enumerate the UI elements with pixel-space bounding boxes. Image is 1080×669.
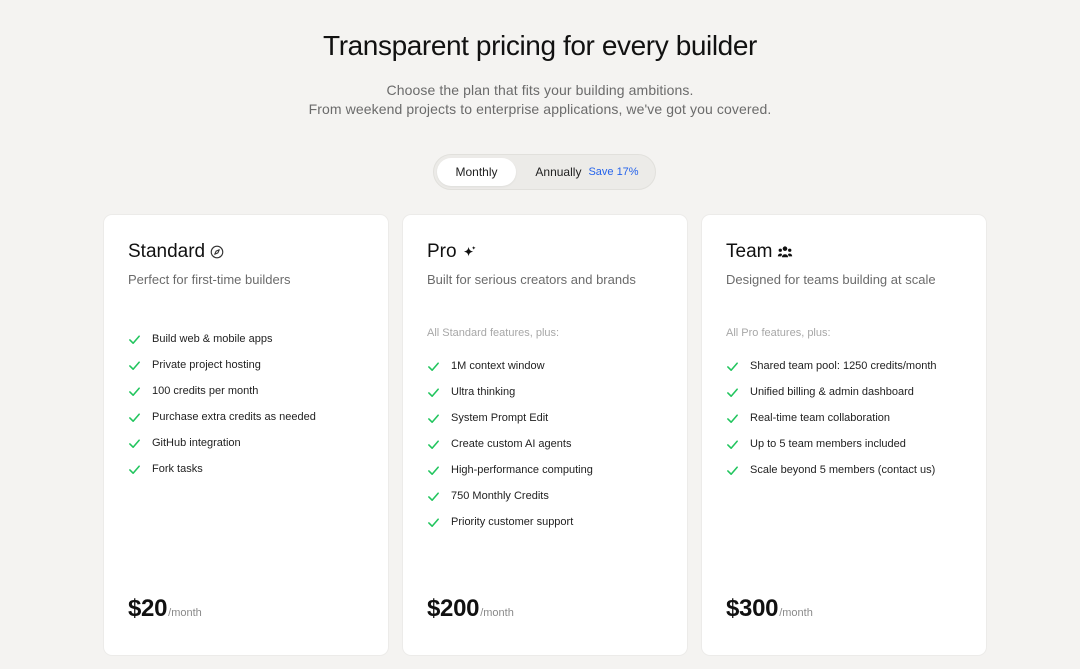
check-icon [727, 465, 738, 475]
check-icon [428, 413, 439, 423]
feature-list: Shared team pool: 1250 credits/month Uni… [726, 353, 937, 483]
plan-description: Perfect for first-time builders [128, 272, 291, 287]
feature-text: 100 credits per month [152, 385, 259, 397]
check-icon [428, 361, 439, 371]
plan-name: Pro [427, 241, 457, 262]
plan-card-standard[interactable]: Standard Perfect for first-time builders… [104, 215, 388, 655]
feature-item: High-performance computing [427, 457, 593, 483]
plan-description: Built for serious creators and brands [427, 272, 636, 287]
check-icon [727, 361, 738, 371]
feature-item: Private project hosting [128, 352, 316, 378]
features-intro: All Standard features, plus: [427, 327, 560, 339]
sparkle-icon [462, 245, 477, 260]
plan-title-standard: Standard [128, 241, 224, 263]
feature-text: Ultra thinking [451, 386, 516, 398]
feature-item: 1M context window [427, 353, 593, 379]
billing-monthly-label: Monthly [455, 165, 498, 179]
compass-icon [210, 245, 224, 259]
check-icon [129, 464, 140, 474]
plan-name: Team [726, 241, 773, 262]
billing-annually-label: Annually [535, 165, 582, 179]
feature-item: Scale beyond 5 members (contact us) [726, 457, 937, 483]
check-icon [428, 517, 439, 527]
check-icon [129, 386, 140, 396]
feature-item: Real-time team collaboration [726, 405, 937, 431]
check-icon [428, 387, 439, 397]
feature-item: Shared team pool: 1250 credits/month [726, 353, 937, 379]
feature-text: Fork tasks [152, 463, 203, 475]
feature-text: Priority customer support [451, 516, 574, 528]
feature-text: Shared team pool: 1250 credits/month [750, 360, 937, 372]
plan-title-pro: Pro [427, 241, 477, 263]
feature-text: Up to 5 team members included [750, 438, 906, 450]
check-icon [129, 412, 140, 422]
plan-card-pro[interactable]: Pro Built for serious creators and brand… [403, 215, 687, 655]
feature-item: Ultra thinking [427, 379, 593, 405]
check-icon [727, 439, 738, 449]
feature-item: 750 Monthly Credits [427, 483, 593, 509]
price-period: /month [779, 607, 813, 619]
feature-text: 750 Monthly Credits [451, 490, 549, 502]
feature-text: Create custom AI agents [451, 438, 572, 450]
feature-item: GitHub integration [128, 430, 316, 456]
check-icon [727, 387, 738, 397]
plan-name: Standard [128, 241, 206, 262]
check-icon [129, 334, 140, 344]
check-icon [727, 413, 738, 423]
page-subtitle-line1: Choose the plan that fits your building … [386, 82, 694, 98]
check-icon [428, 465, 439, 475]
feature-item: Build web & mobile apps [128, 326, 316, 352]
page-subtitle-line2: From weekend projects to enterprise appl… [308, 101, 772, 117]
feature-item: Up to 5 team members included [726, 431, 937, 457]
pricing-page: Transparent pricing for every builder Ch… [0, 0, 1080, 669]
feature-item: Purchase extra credits as needed [128, 404, 316, 430]
plan-card-team[interactable]: Team Designed for teams building at scal… [702, 215, 986, 655]
feature-item: Priority customer support [427, 509, 593, 535]
plan-price: $20 /month [128, 595, 202, 623]
billing-monthly-option[interactable]: Monthly [437, 158, 516, 186]
check-icon [428, 491, 439, 501]
feature-text: Purchase extra credits as needed [152, 411, 316, 423]
page-title: Transparent pricing for every builder [323, 30, 757, 61]
price-amount: $200 [427, 595, 480, 622]
plan-price: $200 /month [427, 595, 514, 623]
price-period: /month [480, 607, 514, 619]
check-icon [129, 438, 140, 448]
check-icon [129, 360, 140, 370]
feature-text: Build web & mobile apps [152, 333, 273, 345]
plan-price: $300 /month [726, 595, 813, 623]
plan-description: Designed for teams building at scale [726, 272, 936, 287]
price-amount: $300 [726, 595, 779, 622]
billing-annually-option[interactable]: Annually Save 17% [522, 158, 652, 186]
feature-text: System Prompt Edit [451, 412, 549, 424]
team-icon [777, 245, 793, 259]
save-badge: Save 17% [588, 166, 639, 178]
plan-title-team: Team [726, 241, 793, 263]
feature-list: Build web & mobile apps Private project … [128, 326, 316, 482]
feature-text: Real-time team collaboration [750, 412, 891, 424]
check-icon [428, 439, 439, 449]
feature-item: Unified billing & admin dashboard [726, 379, 937, 405]
feature-text: Unified billing & admin dashboard [750, 386, 914, 398]
feature-item: Create custom AI agents [427, 431, 593, 457]
feature-text: Scale beyond 5 members (contact us) [750, 464, 936, 476]
feature-item: 100 credits per month [128, 378, 316, 404]
feature-text: Private project hosting [152, 359, 261, 371]
billing-toggle: Monthly Annually Save 17% [433, 154, 656, 190]
feature-text: High-performance computing [451, 464, 593, 476]
feature-item: System Prompt Edit [427, 405, 593, 431]
feature-list: 1M context window Ultra thinking System … [427, 353, 593, 535]
features-intro: All Pro features, plus: [726, 327, 831, 339]
price-amount: $20 [128, 595, 168, 622]
feature-text: 1M context window [451, 360, 545, 372]
feature-item: Fork tasks [128, 456, 316, 482]
feature-text: GitHub integration [152, 437, 241, 449]
price-period: /month [168, 607, 202, 619]
